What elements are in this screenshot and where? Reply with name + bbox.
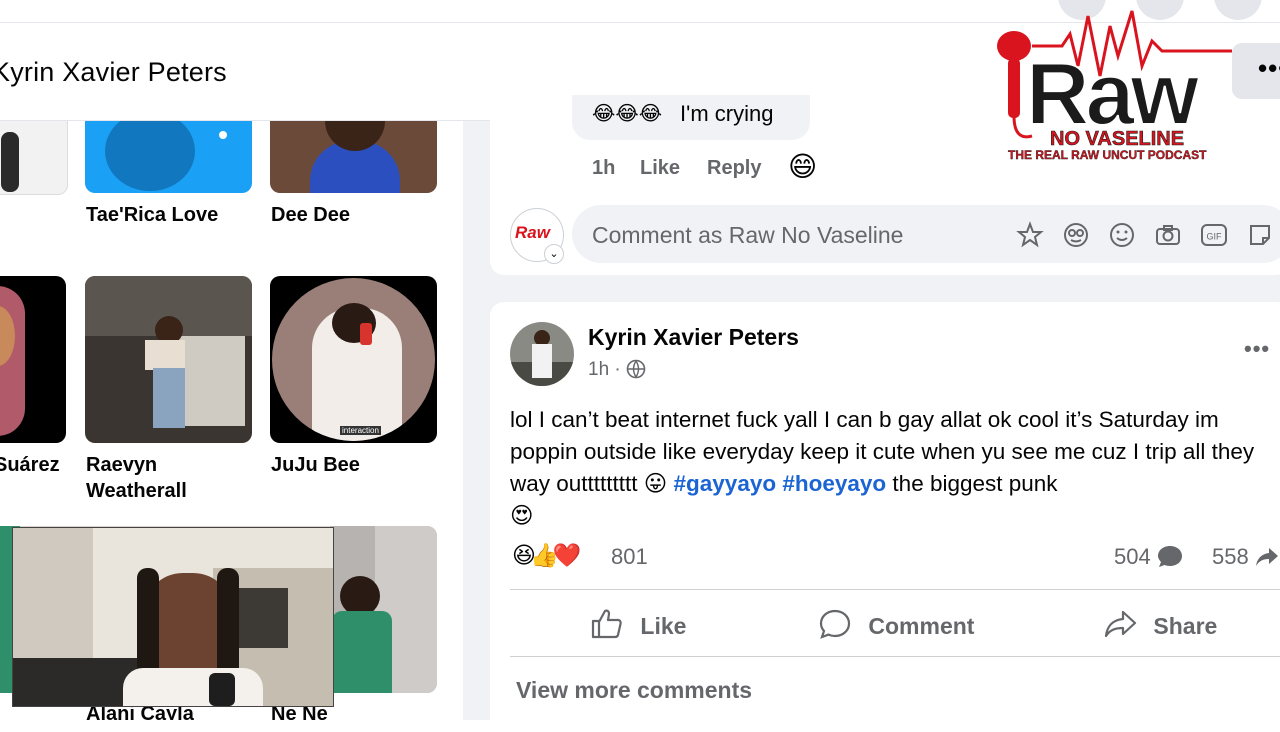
avatar-sticker-icon[interactable] (1016, 221, 1044, 249)
svg-text:NO VASELINE: NO VASELINE (1050, 128, 1184, 150)
post-text: lol I can’t beat internet fuck yall I ca… (510, 407, 1255, 528)
friend-name[interactable]: Raevyn Weatherall (86, 452, 187, 504)
crying-emoji-icon: 😂😂😂 (592, 103, 663, 125)
camera-icon[interactable] (1154, 221, 1182, 249)
reaction-count[interactable]: 801 (611, 544, 648, 570)
chevron-down-icon[interactable]: ⌄ (544, 244, 564, 264)
globe-icon (626, 359, 646, 379)
friend-photo[interactable] (85, 276, 252, 443)
comment-like-link[interactable]: Like (640, 157, 680, 180)
more-dots-icon: ••• (1258, 53, 1280, 83)
post-options-button[interactable]: ••• (1244, 336, 1270, 362)
hashtag-link[interactable]: #hoeyayo (782, 471, 886, 496)
view-more-comments-link[interactable]: View more comments (516, 677, 752, 704)
comment-bubble: 😂😂😂 I'm crying (572, 95, 810, 140)
like-button[interactable]: Like (590, 608, 686, 640)
divider (510, 656, 1280, 657)
comment-placeholder: Comment as Raw No Vaseline (592, 222, 904, 248)
comments-count[interactable]: 504 (1114, 544, 1183, 570)
raw-no-vaseline-logo: Raw NO VASELINE THE REAL RAW UNCUT PODCA… (997, 10, 1232, 162)
laughing-reaction-icon: 😄 (788, 151, 818, 182)
post-timestamp: 1h · (588, 359, 646, 381)
reactions-icons[interactable]: 😆👍❤️ (512, 542, 581, 569)
svg-text:THE REAL RAW UNCUT PODCAST: THE REAL RAW UNCUT PODCAST (1008, 148, 1207, 162)
friend-photo[interactable] (85, 121, 252, 193)
smiley-icon[interactable] (1108, 221, 1136, 249)
friend-photo[interactable] (270, 121, 437, 193)
post-author-name[interactable]: Kyrin Xavier Peters (588, 324, 799, 351)
comment-button[interactable]: Comment (818, 608, 974, 640)
comment-text: I'm crying (680, 101, 774, 126)
friend-photo[interactable]: interaction (270, 276, 437, 443)
share-arrow-icon (1255, 548, 1278, 566)
comment-bubble-icon (1157, 546, 1182, 567)
divider (510, 589, 1280, 590)
shares-count[interactable]: 558 (1212, 544, 1279, 570)
share-button[interactable]: Share (1103, 608, 1217, 640)
comment-input[interactable]: Comment as Raw No Vaseline GIF (572, 205, 1280, 263)
friend-photo[interactable] (0, 121, 68, 195)
sticker-label: interaction (340, 426, 381, 435)
sticker-icon[interactable] (1246, 221, 1274, 249)
comment-time: 1h (592, 157, 616, 179)
video-overlay[interactable] (12, 527, 334, 707)
share-icon (1104, 610, 1137, 638)
heart-eyes-emoji: 😍 (510, 503, 534, 528)
friend-name[interactable]: Suárez (0, 452, 60, 478)
friend-name[interactable]: JuJu Bee (271, 452, 360, 478)
friend-photo[interactable] (0, 276, 66, 443)
author-avatar[interactable] (510, 322, 574, 386)
svg-text:GIF: GIF (1207, 232, 1223, 242)
comment-icon (819, 609, 851, 639)
friend-name[interactable]: Dee Dee (271, 202, 350, 228)
profile-name: Kyrin Xavier Peters (0, 57, 227, 87)
thumbs-up-icon (591, 609, 622, 639)
friend-name[interactable]: Tae'Rica Love (86, 202, 218, 228)
emoji-face-icon[interactable] (1062, 221, 1090, 249)
column-divider (463, 121, 491, 720)
comment-reply-link[interactable]: Reply (707, 157, 761, 180)
gif-icon[interactable]: GIF (1200, 221, 1228, 249)
hashtag-link[interactable]: #gayyayo (674, 471, 777, 496)
